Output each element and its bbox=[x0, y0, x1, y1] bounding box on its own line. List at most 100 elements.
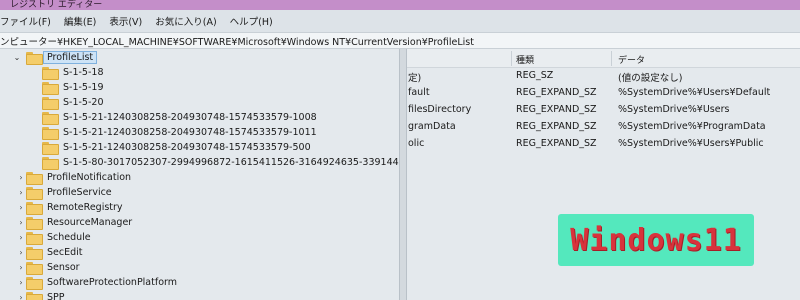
value-type: REG_EXPAND_SZ bbox=[516, 121, 597, 132]
value-name: filesDirectory bbox=[408, 104, 472, 115]
tree-item-label: ProfileList bbox=[43, 51, 98, 64]
folder-icon bbox=[26, 217, 43, 230]
value-type: REG_EXPAND_SZ bbox=[516, 87, 597, 98]
value-row[interactable]: filesDirectory REG_EXPAND_SZ %SystemDriv… bbox=[407, 102, 800, 119]
value-name: gramData bbox=[408, 121, 456, 132]
folder-icon bbox=[26, 232, 43, 245]
tree-item-sibling[interactable]: › SoftwareProtectionPlatform bbox=[16, 275, 177, 290]
folder-icon bbox=[26, 187, 43, 200]
address-path[interactable]: ンピューター¥HKEY_LOCAL_MACHINE¥SOFTWARE¥Micro… bbox=[0, 34, 474, 48]
value-data: %SystemDrive%¥Users¥Default bbox=[618, 87, 771, 98]
registry-tree: ⌄ ProfileList S-1-5-18 S-1-5-19 S-1-5-20… bbox=[0, 49, 399, 300]
value-row[interactable]: 定) REG_SZ (値の設定なし) bbox=[407, 68, 800, 85]
tree-item-child[interactable]: S-1-5-19 bbox=[42, 80, 104, 95]
values-header: 種類 データ bbox=[407, 49, 800, 68]
folder-icon bbox=[42, 82, 59, 95]
menu-bar: ファイル(F) 編集(E) 表示(V) お気に入り(A) ヘルプ(H) bbox=[0, 10, 800, 32]
value-data: (値の設定なし) bbox=[618, 73, 683, 84]
folder-icon bbox=[26, 277, 43, 290]
menu-file[interactable]: ファイル(F) bbox=[0, 14, 51, 28]
menu-help[interactable]: ヘルプ(H) bbox=[230, 14, 273, 28]
window-title: レジストリ エディター bbox=[10, 0, 103, 10]
address-bar[interactable]: ンピューター¥HKEY_LOCAL_MACHINE¥SOFTWARE¥Micro… bbox=[0, 32, 800, 49]
chevron-right-icon[interactable]: › bbox=[16, 230, 26, 245]
tree-item-child[interactable]: S-1-5-80-3017052307-2994996872-161541152… bbox=[42, 155, 399, 170]
tree-item-child[interactable]: S-1-5-18 bbox=[42, 65, 104, 80]
column-divider[interactable] bbox=[611, 51, 612, 66]
tree-item-label: S-1-5-80-3017052307-2994996872-161541152… bbox=[63, 157, 399, 168]
chevron-right-icon[interactable]: › bbox=[16, 275, 26, 290]
folder-icon bbox=[42, 127, 59, 140]
folder-icon bbox=[26, 52, 43, 65]
title-bar: レジストリ エディター bbox=[0, 0, 800, 10]
menu-favorites[interactable]: お気に入り(A) bbox=[155, 14, 216, 28]
folder-icon bbox=[26, 202, 43, 215]
value-type: REG_EXPAND_SZ bbox=[516, 104, 597, 115]
tree-item-label: S-1-5-21-1240308258-204930748-1574533579… bbox=[63, 127, 317, 138]
chevron-right-icon[interactable]: › bbox=[16, 185, 26, 200]
tree-item-child[interactable]: S-1-5-20 bbox=[42, 95, 104, 110]
chevron-right-icon[interactable]: › bbox=[16, 200, 26, 215]
pane-splitter[interactable] bbox=[399, 49, 407, 300]
value-name: olic bbox=[408, 138, 425, 149]
tree-item-label: S-1-5-21-1240308258-204930748-1574533579… bbox=[63, 112, 317, 123]
tree-item-child[interactable]: S-1-5-21-1240308258-204930748-1574533579… bbox=[42, 125, 317, 140]
chevron-right-icon[interactable]: › bbox=[16, 245, 26, 260]
menu-edit[interactable]: 編集(E) bbox=[64, 14, 96, 28]
folder-icon bbox=[26, 262, 43, 275]
chevron-right-icon[interactable]: › bbox=[16, 260, 26, 275]
folder-icon bbox=[42, 97, 59, 110]
folder-icon bbox=[42, 112, 59, 125]
tree-item-profilelist[interactable]: ⌄ ProfileList bbox=[12, 50, 98, 65]
value-type: REG_SZ bbox=[516, 70, 554, 81]
tree-item-label: S-1-5-19 bbox=[63, 82, 104, 93]
tree-item-sibling[interactable]: › ProfileNotification bbox=[16, 170, 131, 185]
tree-item-label: RemoteRegistry bbox=[47, 202, 123, 213]
tree-item-label: SPP bbox=[47, 292, 65, 300]
value-name: fault bbox=[408, 87, 430, 98]
tree-item-label: SecEdit bbox=[47, 247, 83, 258]
tree-item-label: S-1-5-21-1240308258-204930748-1574533579… bbox=[63, 142, 311, 153]
tree-item-sibling[interactable]: › ResourceManager bbox=[16, 215, 132, 230]
folder-icon bbox=[26, 172, 43, 185]
value-type: REG_EXPAND_SZ bbox=[516, 138, 597, 149]
tree-item-child[interactable]: S-1-5-21-1240308258-204930748-1574533579… bbox=[42, 110, 317, 125]
value-row[interactable]: olic REG_EXPAND_SZ %SystemDrive%¥Users¥P… bbox=[407, 136, 800, 153]
chevron-down-icon[interactable]: ⌄ bbox=[12, 50, 22, 65]
value-row[interactable]: fault REG_EXPAND_SZ %SystemDrive%¥Users¥… bbox=[407, 85, 800, 102]
tree-item-label: Schedule bbox=[47, 232, 91, 243]
folder-icon bbox=[42, 67, 59, 80]
column-header-type[interactable]: 種類 bbox=[516, 53, 534, 66]
tree-item-label: ProfileNotification bbox=[47, 172, 132, 183]
tree-item-sibling[interactable]: › Sensor bbox=[16, 260, 80, 275]
value-data: %SystemDrive%¥ProgramData bbox=[618, 121, 766, 132]
tree-item-label: ResourceManager bbox=[47, 217, 133, 228]
menu-view[interactable]: 表示(V) bbox=[109, 14, 142, 28]
value-data: %SystemDrive%¥Users¥Public bbox=[618, 138, 764, 149]
value-row[interactable]: gramData REG_EXPAND_SZ %SystemDrive%¥Pro… bbox=[407, 119, 800, 136]
windows11-badge: Windows11 bbox=[558, 214, 754, 266]
folder-icon bbox=[42, 142, 59, 155]
chevron-right-icon[interactable]: › bbox=[16, 215, 26, 230]
folder-icon bbox=[26, 247, 43, 260]
folder-icon bbox=[26, 292, 43, 300]
tree-item-sibling[interactable]: › Schedule bbox=[16, 230, 91, 245]
tree-item-label: Sensor bbox=[47, 262, 80, 273]
tree-item-child[interactable]: S-1-5-21-1240308258-204930748-1574533579… bbox=[42, 140, 311, 155]
chevron-right-icon[interactable]: › bbox=[16, 170, 26, 185]
value-data: %SystemDrive%¥Users bbox=[618, 104, 730, 115]
tree-item-sibling[interactable]: › SecEdit bbox=[16, 245, 83, 260]
tree-item-label: S-1-5-20 bbox=[63, 97, 104, 108]
chevron-right-icon[interactable]: › bbox=[16, 290, 26, 300]
tree-item-label: ProfileService bbox=[47, 187, 112, 198]
tree-item-label: S-1-5-18 bbox=[63, 67, 104, 78]
column-header-data[interactable]: データ bbox=[618, 53, 645, 66]
value-name: 定) bbox=[408, 73, 422, 84]
tree-item-label: SoftwareProtectionPlatform bbox=[47, 277, 178, 288]
badge-text: Windows11 bbox=[570, 222, 742, 258]
column-divider[interactable] bbox=[511, 51, 512, 66]
tree-item-sibling[interactable]: › RemoteRegistry bbox=[16, 200, 123, 215]
folder-icon bbox=[42, 157, 59, 170]
tree-item-sibling[interactable]: › ProfileService bbox=[16, 185, 112, 200]
tree-item-sibling[interactable]: › SPP bbox=[16, 290, 65, 300]
